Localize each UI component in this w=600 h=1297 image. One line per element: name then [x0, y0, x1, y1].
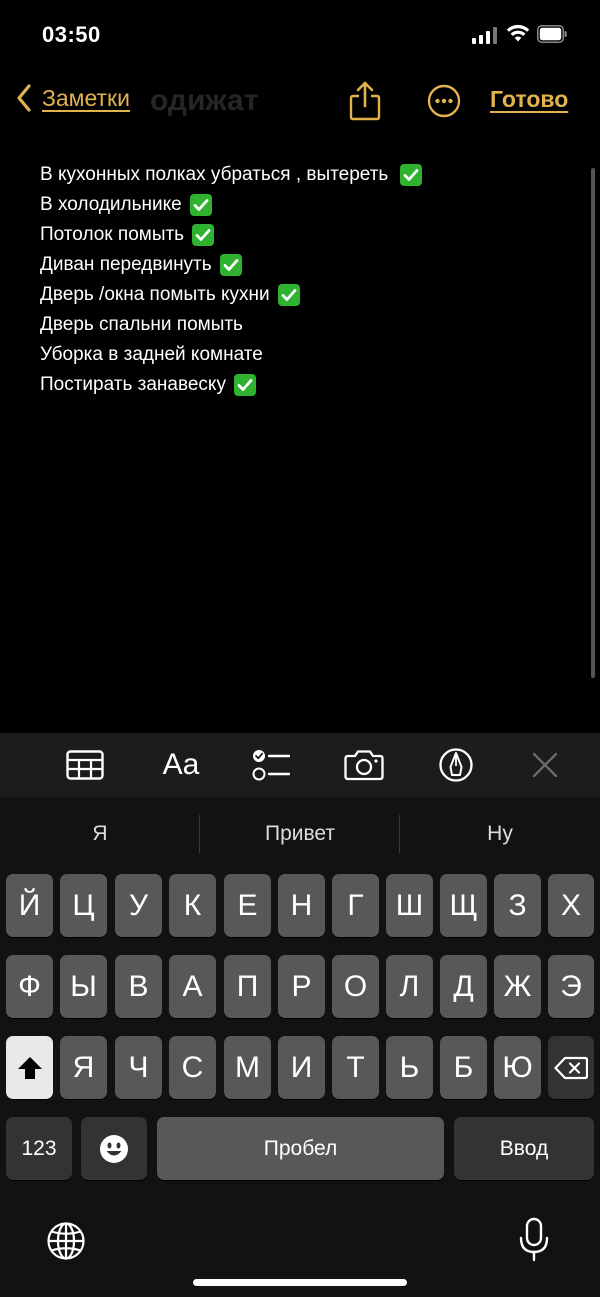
space-key[interactable]: Пробел — [157, 1117, 444, 1180]
chevron-left-icon — [17, 84, 31, 112]
key[interactable]: А — [169, 955, 216, 1018]
key[interactable]: Ш — [386, 874, 433, 937]
note-line-text: Уборка в задней комнате — [40, 344, 263, 365]
check-mark-icon — [189, 194, 212, 216]
home-indicator[interactable] — [193, 1279, 407, 1286]
key[interactable]: М — [224, 1036, 271, 1099]
suggestion-item[interactable]: Привет — [200, 797, 400, 871]
key[interactable]: Г — [332, 874, 379, 937]
cellular-signal-icon — [472, 26, 497, 44]
check-mark-icon — [233, 374, 256, 396]
note-line[interactable]: В кухонных полках убраться , вытереть — [40, 160, 423, 190]
wifi-icon — [506, 24, 530, 42]
key[interactable]: В — [115, 955, 162, 1018]
note-line[interactable]: Потолок помыть — [40, 220, 422, 250]
key[interactable]: Ы — [60, 955, 107, 1018]
check-mark-icon — [192, 224, 215, 246]
text-format-button[interactable]: Aa — [158, 747, 204, 783]
key[interactable]: Щ — [440, 874, 487, 937]
key[interactable]: Д — [440, 955, 487, 1018]
note-line-text: Дверь /окна помыть кухни — [40, 284, 270, 305]
key[interactable]: Э — [548, 955, 594, 1018]
backspace-icon — [554, 1056, 588, 1079]
note-line[interactable]: Дверь спальни помыть — [40, 310, 422, 340]
return-key[interactable]: Ввод — [454, 1117, 594, 1180]
key[interactable]: И — [278, 1036, 325, 1099]
microphone-icon[interactable] — [518, 1217, 550, 1263]
ghost-title: одижат — [150, 84, 259, 117]
emoji-icon — [100, 1134, 128, 1163]
note-line-text: Потолок помыть — [40, 224, 185, 245]
key[interactable]: Й — [6, 874, 53, 937]
note-line-text: Дверь спальни помыть — [40, 314, 243, 335]
key[interactable]: Е — [224, 874, 271, 937]
key[interactable]: Ф — [6, 955, 53, 1018]
key[interactable]: Л — [386, 955, 433, 1018]
more-options-icon[interactable] — [427, 84, 461, 118]
key[interactable]: Т — [332, 1036, 379, 1099]
keyboard: Я Привет Ну Й Ц У К Е Н Г Ш Щ З Х Ф Ы В … — [0, 797, 600, 1297]
shift-key[interactable] — [6, 1036, 53, 1099]
note-line[interactable]: Уборка в задней комнате — [40, 340, 422, 370]
back-button-label: Заметки — [42, 84, 130, 111]
check-mark-icon — [219, 254, 242, 276]
key[interactable]: Ж — [494, 955, 541, 1018]
key[interactable]: Ч — [115, 1036, 162, 1099]
suggestion-item[interactable]: Я — [0, 797, 200, 871]
battery-icon — [537, 25, 567, 43]
share-icon[interactable] — [348, 80, 382, 122]
key[interactable]: П — [224, 955, 271, 1018]
key[interactable]: Я — [60, 1036, 107, 1099]
key[interactable]: О — [332, 955, 379, 1018]
key[interactable]: К — [169, 874, 216, 937]
done-button[interactable]: Готово — [490, 86, 568, 113]
note-line-text: В холодильнике — [40, 194, 182, 215]
backspace-key[interactable] — [548, 1036, 594, 1099]
key[interactable]: Ц — [60, 874, 107, 937]
emoji-key[interactable] — [81, 1117, 147, 1180]
key[interactable]: Р — [278, 955, 325, 1018]
key[interactable]: Ь — [386, 1036, 433, 1099]
scrollbar[interactable] — [591, 168, 595, 678]
key[interactable]: З — [494, 874, 541, 937]
note-line[interactable]: Постирать занавеску — [40, 370, 422, 400]
key[interactable]: С — [169, 1036, 216, 1099]
close-icon[interactable] — [530, 747, 560, 783]
shift-icon — [17, 1056, 42, 1079]
suggestion-item[interactable]: Ну — [400, 797, 600, 871]
formatting-toolbar: Aa — [0, 733, 600, 797]
note-line-text: Постирать занавеску — [40, 374, 226, 395]
key[interactable]: Н — [278, 874, 325, 937]
key[interactable]: Х — [548, 874, 594, 937]
table-icon[interactable] — [66, 747, 104, 783]
back-button[interactable]: Заметки — [16, 84, 130, 112]
check-mark-icon — [400, 164, 423, 186]
check-mark-icon — [277, 284, 300, 306]
checklist-icon[interactable] — [252, 747, 290, 783]
note-line[interactable]: Дверь /окна помыть кухни — [40, 280, 422, 310]
numbers-key[interactable]: 123 — [6, 1117, 72, 1180]
key[interactable]: У — [115, 874, 162, 937]
camera-icon[interactable] — [344, 747, 384, 783]
note-line-text: В кухонных полках убраться , вытереть — [40, 164, 389, 185]
note-line[interactable]: В холодильнике — [40, 190, 422, 220]
markup-pen-icon[interactable] — [438, 747, 474, 783]
status-time: 03:50 — [42, 22, 101, 47]
note-line-text: Диван передвинуть — [40, 254, 212, 275]
note-line[interactable]: Диван передвинуть — [40, 250, 422, 280]
key[interactable]: Б — [440, 1036, 487, 1099]
key[interactable]: Ю — [494, 1036, 541, 1099]
note-body[interactable]: В кухонных полках убраться , вытереть В … — [40, 160, 423, 400]
globe-icon[interactable] — [46, 1221, 86, 1261]
